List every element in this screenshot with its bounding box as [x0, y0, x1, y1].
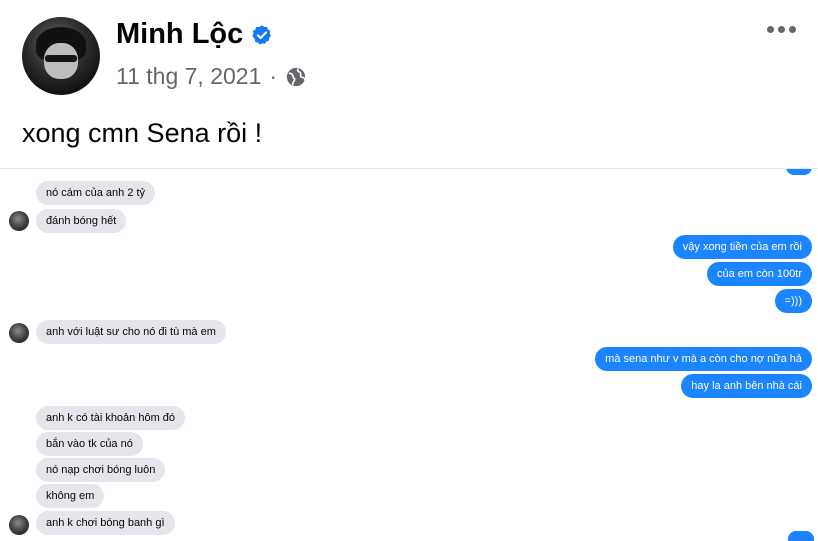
verified-badge-icon: [252, 24, 272, 44]
author-row: Minh Lộc: [116, 18, 273, 51]
post-date[interactable]: 11 thg 7, 2021: [116, 63, 261, 90]
more-dot: [767, 26, 774, 33]
avatar-glasses: [45, 55, 77, 62]
incoming-message: đánh bóng hết: [36, 209, 127, 233]
post-header: Minh Lộc 11 thg 7, 2021 · xong cmn Sena …: [0, 0, 818, 170]
incoming-message: anh k chơi bóng banh gì: [36, 511, 175, 535]
outgoing-message: của em còn 100tr: [707, 262, 812, 286]
sender-avatar: [9, 211, 29, 231]
sender-avatar: [9, 515, 29, 535]
cut-off-outgoing-bubble: [786, 169, 812, 175]
author-name[interactable]: Minh Lộc: [116, 18, 243, 51]
chat-screenshot: nó cám của anh 2 tỷ đánh bóng hết vậy xo…: [0, 168, 818, 541]
outgoing-message: vậy xong tiền của em rồi: [672, 235, 812, 259]
more-dot: [778, 26, 785, 33]
incoming-message: anh với luật sư cho nó đi tù mà em: [36, 320, 226, 344]
post-meta: 11 thg 7, 2021 ·: [116, 63, 307, 90]
meta-separator: ·: [269, 63, 278, 89]
incoming-message: bắn vào tk của nó: [36, 432, 143, 456]
incoming-message: nó cám của anh 2 tỷ: [36, 181, 156, 205]
incoming-message: anh k có tài khoản hôm đó: [36, 406, 186, 430]
more-dot: [789, 26, 796, 33]
outgoing-message: =))): [774, 289, 812, 313]
incoming-message: không em: [36, 484, 105, 508]
sender-avatar: [9, 323, 29, 343]
outgoing-message: mà sena như v mà a còn cho nợ nữa hả: [595, 347, 812, 371]
author-avatar[interactable]: [22, 17, 100, 95]
globe-icon[interactable]: [285, 66, 307, 88]
incoming-message: nó nạp chơi bóng luôn: [36, 458, 166, 482]
outgoing-message: hay la anh bên nhà cái: [681, 374, 812, 398]
post-caption: xong cmn Sena rồi !: [22, 118, 263, 148]
more-options-icon[interactable]: [767, 26, 796, 33]
